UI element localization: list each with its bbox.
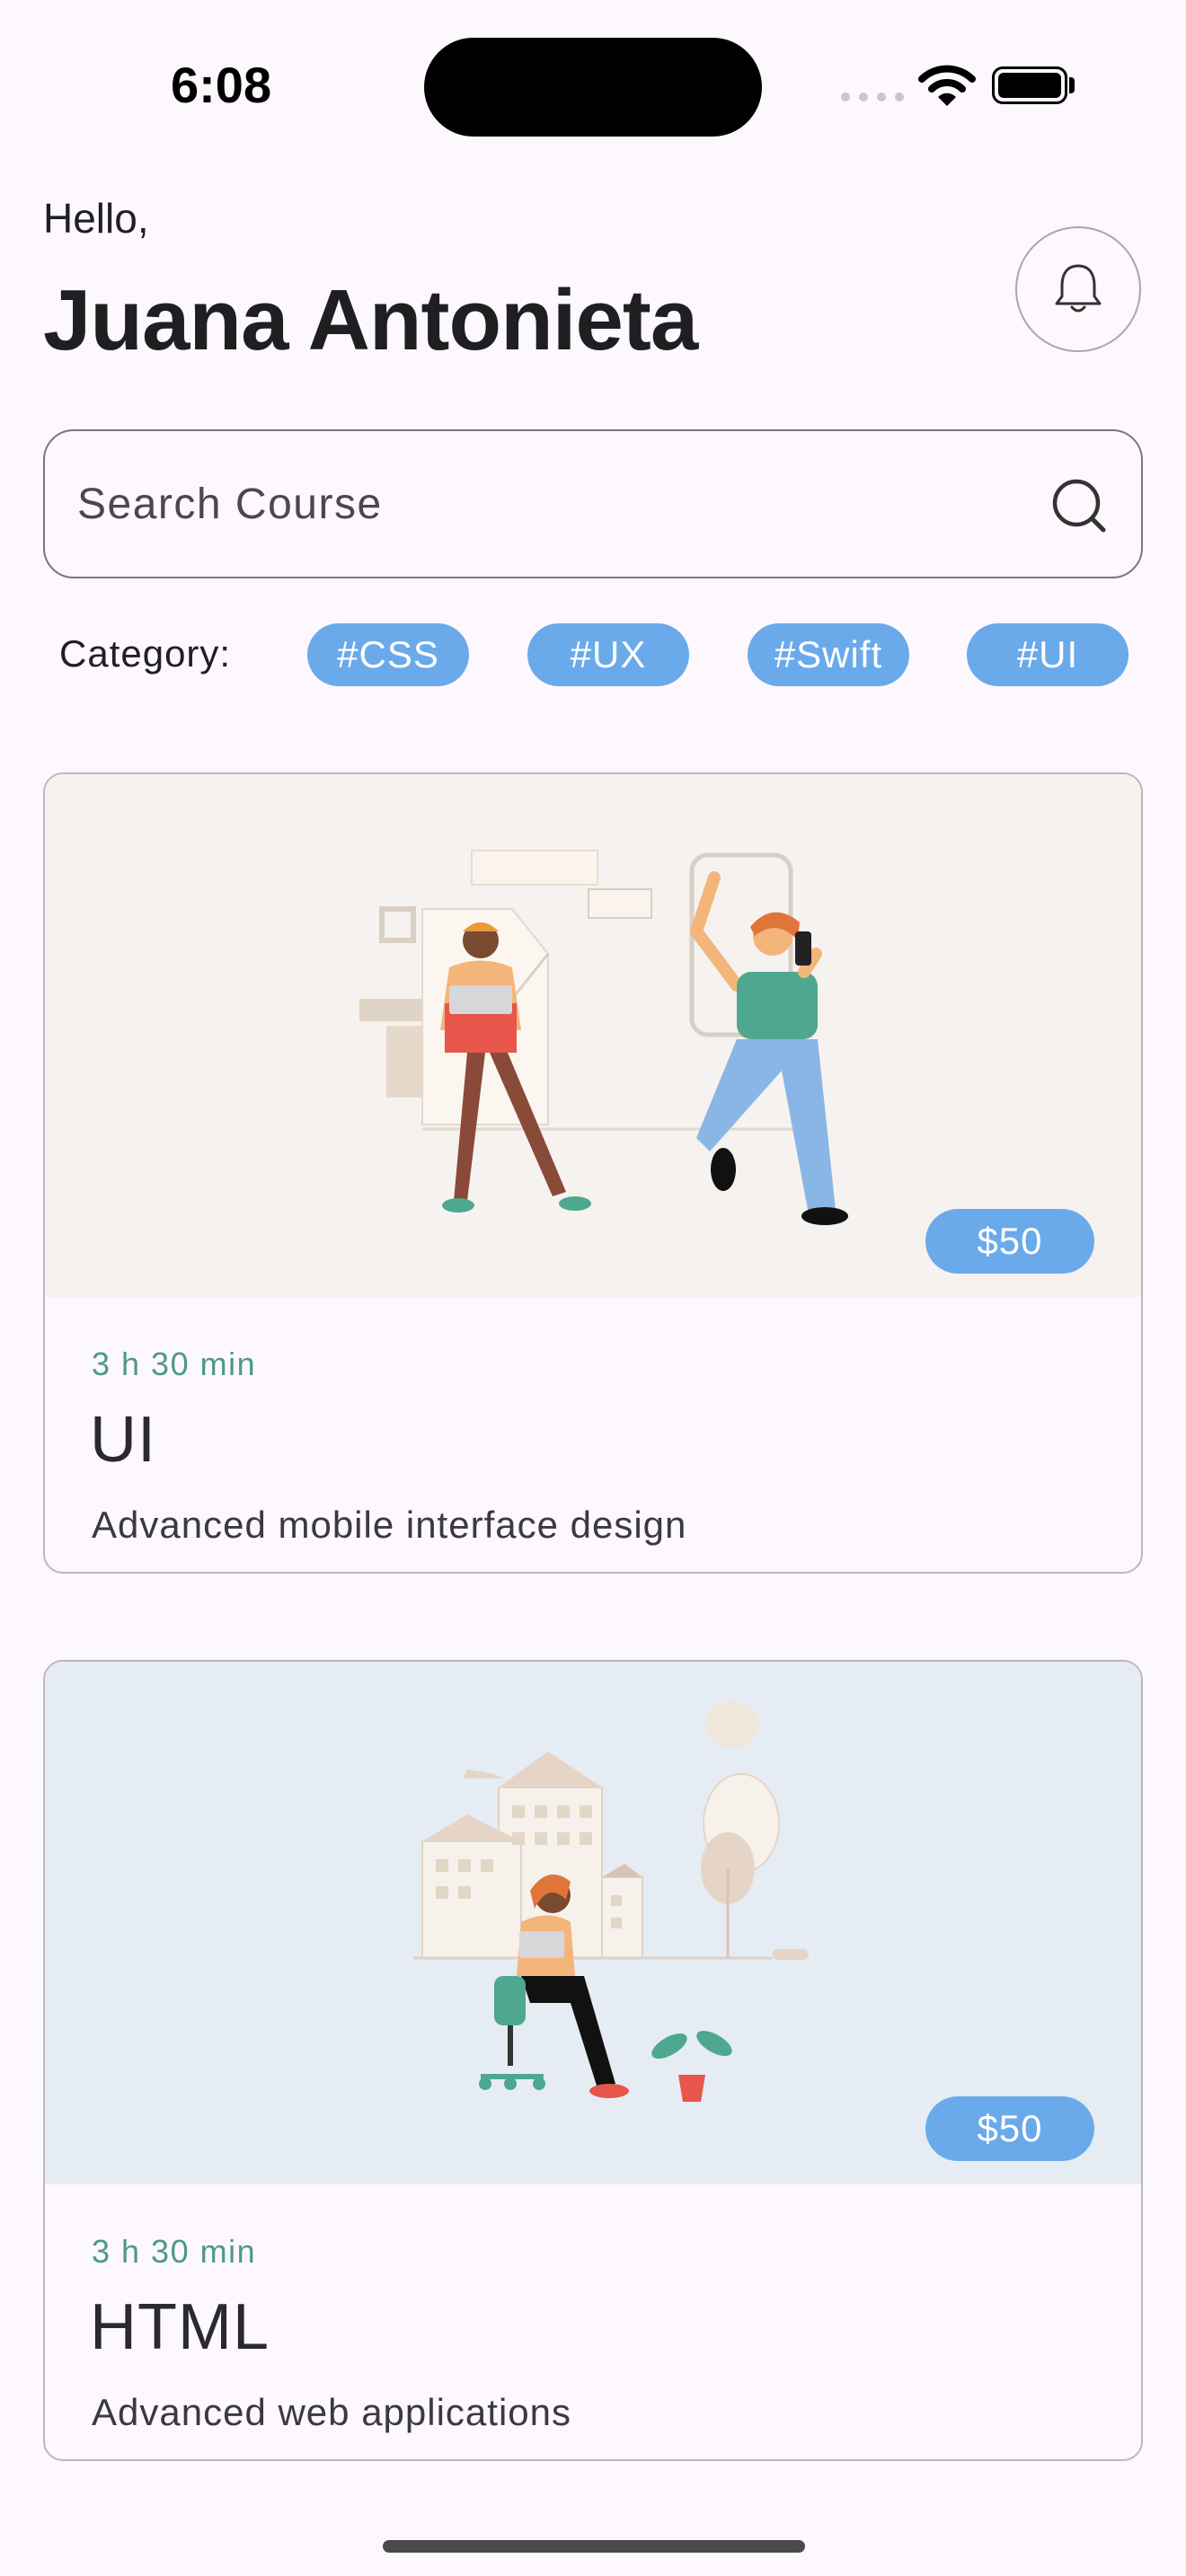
notification-button[interactable] bbox=[1015, 226, 1141, 352]
bell-icon bbox=[1055, 264, 1102, 313]
chip-swift[interactable]: #Swift bbox=[748, 623, 909, 686]
dynamic-island bbox=[424, 38, 762, 137]
course-card-ui[interactable]: $50 3 h 30 min UI Advanced mobile interf… bbox=[43, 772, 1143, 1574]
course-card-html[interactable]: $50 3 h 30 min HTML Advanced web applica… bbox=[43, 1660, 1143, 2461]
course-duration: 3 h 30 min bbox=[92, 2233, 257, 2270]
chip-ui[interactable]: #UI bbox=[967, 623, 1128, 686]
search-icon[interactable] bbox=[1049, 476, 1109, 535]
search-input[interactable] bbox=[75, 431, 1049, 577]
course-title: UI bbox=[90, 1404, 156, 1476]
price-badge: $50 bbox=[925, 2096, 1094, 2161]
battery-icon bbox=[992, 66, 1067, 104]
user-name: Juana Antonieta bbox=[43, 272, 698, 368]
chip-css[interactable]: #CSS bbox=[307, 623, 469, 686]
wifi-icon bbox=[918, 65, 976, 106]
course-description: Advanced web applications bbox=[92, 2391, 572, 2433]
home-indicator[interactable] bbox=[383, 2540, 805, 2553]
status-time: 6:08 bbox=[171, 57, 272, 113]
chip-ux[interactable]: #UX bbox=[527, 623, 689, 686]
greeting-hello: Hello, bbox=[43, 195, 149, 242]
cellular-signal-icon bbox=[841, 93, 904, 101]
course-description: Advanced mobile interface design bbox=[92, 1504, 687, 1546]
status-bar: 6:08 bbox=[0, 0, 1186, 180]
search-field[interactable] bbox=[43, 429, 1143, 578]
category-label: Category: bbox=[59, 632, 232, 675]
price-badge: $50 bbox=[925, 1209, 1094, 1274]
course-duration: 3 h 30 min bbox=[92, 1345, 257, 1382]
course-title: HTML bbox=[90, 2291, 270, 2363]
